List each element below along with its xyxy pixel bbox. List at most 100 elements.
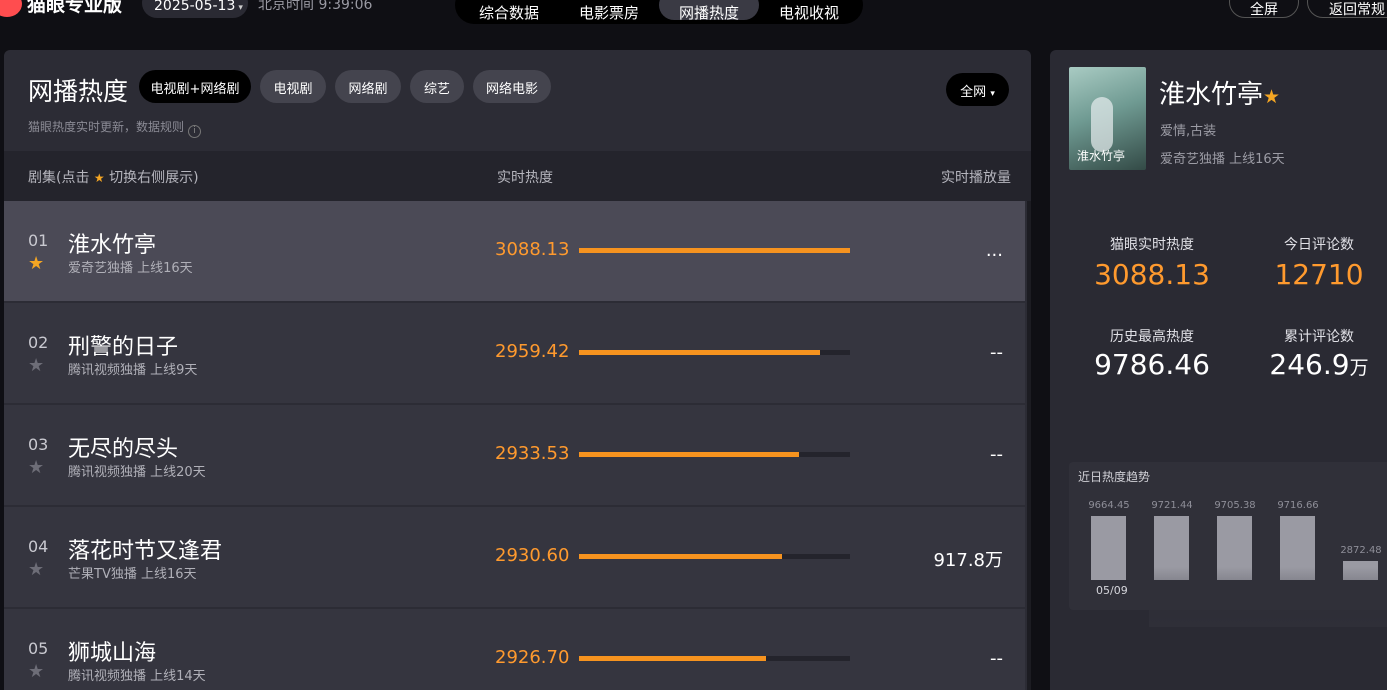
row-platform: 芒果TV独播 上线16天	[68, 567, 197, 582]
chevron-down-icon: ▾	[990, 89, 995, 99]
row-plays: 917.8万	[933, 550, 1003, 571]
row-plays: ...	[985, 240, 1003, 261]
detail-genre: 爱情,古装	[1160, 124, 1217, 139]
trend-bar-label: 9664.45	[1088, 500, 1130, 511]
table-row[interactable]: 05 ★ 狮城山海腾讯视频独播 上线14天 2926.70 --	[4, 609, 1025, 690]
scrollbar[interactable]	[1027, 201, 1031, 690]
maoyan-logo-icon	[0, 0, 22, 17]
table-row[interactable]: 03 ★ 无尽的尽头腾讯视频独播 上线20天 2933.53 --	[4, 405, 1025, 505]
row-platform: 腾讯视频独播 上线14天	[68, 669, 206, 684]
row-plays: --	[990, 444, 1003, 465]
row-heat-bar-fill	[579, 554, 783, 559]
filter-web-movie[interactable]: 网络电影	[473, 70, 551, 103]
row-rank: 03	[28, 435, 49, 454]
scope-value: 全网	[960, 85, 987, 100]
ranking-panel: 网播热度 电视剧+网络剧 电视剧 网络剧 综艺 网络电影 全网 ▾ 猫眼热度实时…	[4, 50, 1031, 690]
fullscreen-button[interactable]: 全屏	[1229, 0, 1299, 18]
date-picker[interactable]: 2025-05-13 ▾	[142, 0, 248, 18]
table-row[interactable]: 01 ★ 淮水竹亭 爱奇艺独播 上线16天 3088.13...	[4, 201, 1025, 301]
subtitle-text: 猫眼热度实时更新，数据规则	[28, 120, 185, 134]
star-icon[interactable]: ★	[28, 559, 44, 580]
trend-bar-label: 2872.48	[1340, 545, 1382, 556]
col-plays: 实时播放量	[941, 170, 1011, 186]
date-value: 2025-05-13	[154, 0, 236, 14]
row-heat: 2926.70	[495, 647, 570, 668]
row-heat-bar-fill	[579, 656, 766, 661]
stat-realtime-value: 3088.13	[1094, 258, 1210, 291]
trend-fade-overlay	[1149, 567, 1387, 627]
row-heat: 2959.42	[495, 341, 570, 362]
col-series-suffix: 切换右侧展示)	[109, 170, 199, 186]
table-row[interactable]: 04 ★ 落花时节又逢君芒果TV独播 上线16天 2930.60 917.8万	[4, 507, 1025, 607]
row-title: 无尽的尽头	[68, 437, 179, 462]
row-title: 淮水竹亭	[68, 233, 157, 258]
row-heat-bar-fill	[579, 350, 821, 355]
row-heat-bar-fill	[579, 452, 799, 457]
brand-title: 猫眼专业版	[27, 0, 123, 16]
col-series: 剧集(点击 ★ 切换右侧展示)	[28, 167, 199, 187]
table-header: 剧集(点击 ★ 切换右侧展示) 实时热度 实时播放量	[4, 151, 1031, 201]
nav-tv-ratings[interactable]: 电视收视	[759, 0, 859, 22]
star-icon[interactable]: ★	[28, 253, 44, 274]
beijing-time: 北京时间 9:39:06	[258, 0, 373, 13]
main-nav: 综合数据 电影票房 网播热度 电视收视	[455, 0, 863, 24]
row-title: 落花时节又逢君	[68, 539, 223, 564]
col-heat: 实时热度	[497, 170, 553, 186]
table-row[interactable]: 02 ★ 刑警的日子腾讯视频独播 上线9天 2959.42 --	[4, 303, 1025, 403]
star-icon: ★	[93, 171, 105, 185]
col-series-prefix: 剧集(点击	[28, 170, 90, 186]
stat-comments-today-value: 12710	[1274, 258, 1364, 291]
row-heat-bar-track	[579, 656, 850, 661]
stat-comments-today-label: 今日评论数	[1284, 237, 1354, 253]
row-heat: 2933.53	[495, 443, 570, 464]
nav-overall[interactable]: 综合数据	[459, 0, 559, 22]
subtitle: 猫眼热度实时更新，数据规则 i	[28, 118, 202, 138]
detail-title: 淮水竹亭★	[1159, 74, 1280, 111]
star-icon[interactable]: ★	[28, 661, 44, 682]
stat-history-value: 9786.46	[1094, 348, 1210, 381]
row-plays: --	[990, 342, 1003, 363]
row-heat-bar-track	[579, 452, 850, 457]
trend-date-label: 05/09	[1096, 584, 1128, 597]
trend-bar-label: 9721.44	[1151, 500, 1193, 511]
detail-panel: 淮水竹亭 淮水竹亭★ 爱情,古装 爱奇艺独播 上线16天 猫眼实时热度 3088…	[1050, 50, 1387, 690]
trend-bar-label: 9716.66	[1277, 500, 1319, 511]
back-button[interactable]: 返回常规	[1307, 0, 1387, 18]
scope-dropdown[interactable]: 全网 ▾	[946, 73, 1009, 106]
filter-tv-web[interactable]: 电视剧+网络剧	[139, 70, 251, 103]
page-title: 网播热度	[28, 77, 129, 106]
row-platform: 腾讯视频独播 上线9天	[68, 363, 198, 378]
poster-figure	[1091, 97, 1113, 152]
row-platform: 腾讯视频独播 上线20天	[68, 465, 206, 480]
row-heat-bar-track	[579, 554, 850, 559]
nav-web-heat[interactable]: 网播热度	[659, 0, 759, 22]
row-heat-bar-track	[579, 248, 850, 253]
trend-chart: 近日热度趋势 9664.45 9721.44 9705.38 9716.66 2872.…	[1069, 462, 1387, 627]
info-icon[interactable]: i	[188, 125, 202, 138]
top-bar: 猫眼专业版 2025-05-13 ▾ 北京时间 9:39:06 综合数据 电影票房…	[0, 0, 1387, 32]
row-title: 狮城山海	[68, 641, 157, 666]
filter-web[interactable]: 网络剧	[335, 70, 401, 103]
stat-total-comments-number: 246.9	[1269, 348, 1350, 381]
nav-boxoffice[interactable]: 电影票房	[559, 0, 659, 22]
filter-tv[interactable]: 电视剧	[260, 70, 326, 103]
trend-bar-label: 9705.38	[1214, 500, 1256, 511]
row-plays: --	[990, 648, 1003, 669]
chevron-down-icon: ▾	[238, 3, 243, 13]
star-icon[interactable]: ★	[28, 457, 44, 478]
stat-total-comments-unit: 万	[1349, 357, 1369, 379]
stat-total-comments-value: 246.9万	[1244, 348, 1387, 381]
trend-bar	[1091, 516, 1126, 580]
detail-title-text: 淮水竹亭	[1159, 80, 1264, 110]
star-icon[interactable]: ★	[28, 355, 44, 376]
row-rank: 05	[28, 639, 49, 658]
filter-variety[interactable]: 综艺	[410, 70, 464, 103]
row-heat: 2930.60	[495, 545, 570, 566]
row-heat: 3088.13	[495, 239, 570, 260]
row-title: 刑警的日子	[68, 335, 179, 360]
poster-image: 淮水竹亭	[1069, 67, 1146, 170]
stat-history-label: 历史最高热度	[1110, 329, 1194, 345]
stat-total-comments-label: 累计评论数	[1284, 329, 1354, 345]
row-rank: 02	[28, 333, 49, 352]
row-rank: 04	[28, 537, 49, 556]
